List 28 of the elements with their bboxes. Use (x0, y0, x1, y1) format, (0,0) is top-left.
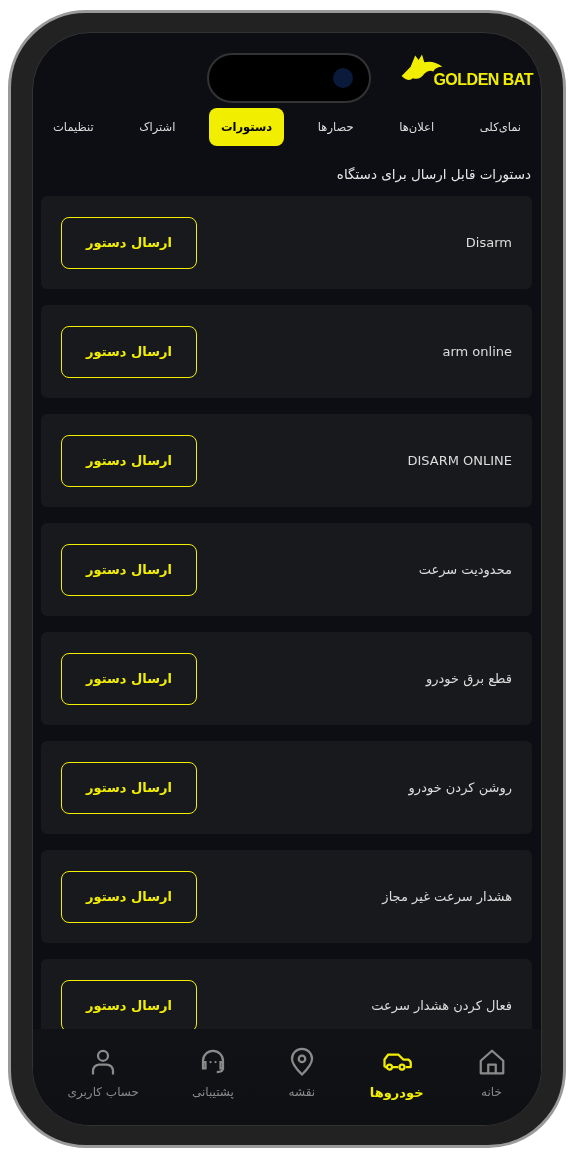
command-name: Disarm (465, 235, 512, 250)
send-command-button[interactable]: ارسال دستور (61, 652, 197, 705)
nav-item[interactable]: حساب کاربری (67, 1047, 139, 1099)
command-name: قطع برق خودرو (425, 671, 512, 686)
command-name: روشن کردن خودرو (408, 780, 512, 795)
brand-logo: GOLDEN BAT (399, 51, 533, 89)
tab[interactable]: تنظیمات (41, 108, 106, 146)
command-name: محدودیت سرعت (418, 562, 512, 577)
nav-item[interactable]: پشتیبانی (191, 1047, 234, 1099)
command-name: arm online (442, 344, 512, 359)
tab[interactable]: حصارها (305, 108, 366, 146)
tab[interactable]: دستورات (209, 108, 285, 146)
section-title: دستورات قابل ارسال برای دستگاه (335, 165, 532, 185)
send-command-button[interactable]: ارسال دستور (61, 434, 197, 487)
send-command-button[interactable]: ارسال دستور (61, 325, 197, 378)
send-command-button[interactable]: ارسال دستور (61, 543, 197, 596)
command-name: هشدار سرعت غیر مجاز (382, 889, 512, 904)
nav-item[interactable]: نقشه (286, 1047, 317, 1099)
command-name: فعال کردن هشدار سرعت (371, 998, 512, 1013)
send-command-button[interactable]: ارسال دستور (61, 216, 197, 269)
tab[interactable]: نمای‌کلی (467, 108, 533, 146)
command-name: DISARM ONLINE (407, 453, 512, 468)
nav-item[interactable]: خانه (476, 1047, 507, 1099)
tab[interactable]: اشتراک (127, 108, 188, 146)
send-command-button[interactable]: ارسال دستور (61, 761, 197, 814)
tab[interactable]: اعلان‌ها (387, 108, 447, 146)
send-command-button[interactable]: ارسال دستور (61, 870, 197, 923)
nav-item[interactable]: خودروها (369, 1047, 424, 1100)
